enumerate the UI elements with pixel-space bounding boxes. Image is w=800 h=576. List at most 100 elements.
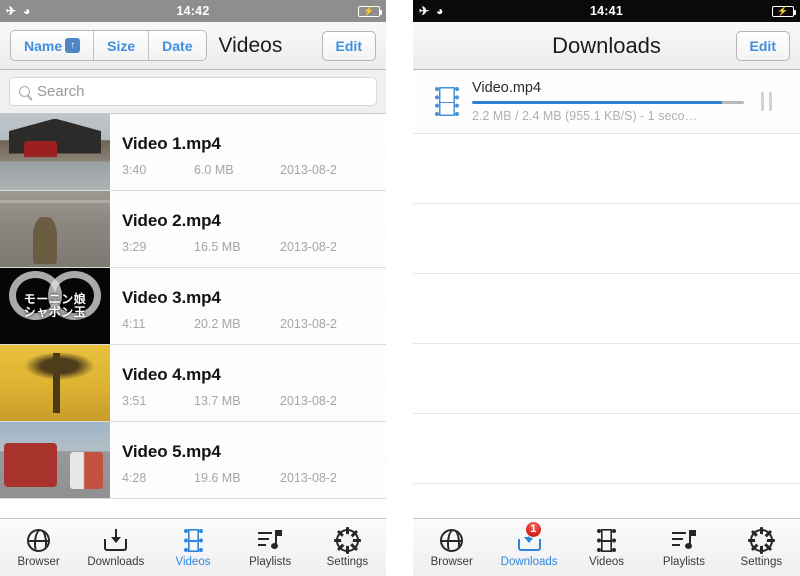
pause-icon [760,92,772,111]
sort-ascending-icon: ↑ [65,38,81,53]
video-duration: 3:29 [122,240,147,254]
globe-icon [439,527,465,553]
disclosure-button[interactable] [370,191,386,267]
sort-segment-size-label: Size [107,37,136,54]
status-bar-clock: 14:41 [590,4,623,18]
download-info: Video.mp4 2.2 MB / 2.4 MB (955.1 KB/S) -… [459,80,744,123]
video-date: 2013-08-2 [280,240,337,254]
empty-list-row [413,204,800,274]
table-row[interactable]: Video 5.mp4 4:28 19.6 MB 2013-08-2 [0,422,386,499]
video-title: Video 4.mp4 [122,365,221,384]
status-bar-right-icons: ⚡ [358,5,382,17]
video-thumbnail [0,345,110,421]
video-meta: Video 2.mp4 3:29 16.5 MB 2013-08-2 [110,191,370,267]
video-subinfo: 4:28 19.6 MB 2013-08-2 [122,471,370,485]
sort-segment-name[interactable]: Name ↑ [11,31,95,60]
video-date: 2013-08-2 [280,163,337,177]
tab-bar-left[interactable]: Browser Downloads Videos Playlists Setti… [0,518,386,576]
status-bar-clock: 14:42 [176,4,210,18]
tab-videos[interactable]: Videos [154,519,231,576]
chevron-right-icon [381,368,386,398]
table-row[interactable]: Video 4.mp4 3:51 13.7 MB 2013-08-2 [0,345,386,422]
disclosure-button[interactable] [370,114,386,190]
table-row[interactable]: Video 1.mp4 3:40 6.0 MB 2013-08-2 [0,114,386,191]
video-duration: 3:51 [122,394,147,408]
video-meta: Video 4.mp4 3:51 13.7 MB 2013-08-2 [110,345,370,421]
status-bar-right: ✈ ◕ 14:41 ⚡ [413,0,800,22]
gear-icon [333,526,361,554]
downloads-badge: 1 [524,521,542,538]
search-bar-container: Search [0,70,386,114]
downloads-screen: ✈ ◕ 14:41 ⚡ Downloads Edit Video.mp4 2.2… [413,0,800,576]
video-thumbnail [0,114,110,190]
video-title: Video 1.mp4 [122,134,221,153]
empty-list-row [413,274,800,344]
search-input[interactable]: Search [9,77,377,106]
page-title-videos: Videos [218,33,283,57]
empty-list-row [413,414,800,484]
tab-settings-label: Settings [740,556,783,568]
video-duration: 3:40 [122,163,147,177]
tab-videos[interactable]: Videos [568,519,645,576]
film-icon [180,527,206,553]
download-icon [103,527,129,553]
video-title: Video 5.mp4 [122,442,221,461]
tab-settings-label: Settings [326,556,369,568]
disclosure-button[interactable] [370,345,386,421]
playlist-icon [257,527,283,553]
chevron-right-icon [381,214,386,244]
table-row[interactable]: Video 2.mp4 3:29 16.5 MB 2013-08-2 [0,191,386,268]
table-row[interactable]: モーニン娘 シャボン玉 Video 3.mp4 4:11 20.2 MB 2013… [0,268,386,345]
downloads-list[interactable]: Video.mp4 2.2 MB / 2.4 MB (955.1 KB/S) -… [413,70,800,518]
video-subinfo: 3:40 6.0 MB 2013-08-2 [122,163,370,177]
sort-segmented-control[interactable]: Name ↑ Size Date [10,30,207,61]
empty-list-row [413,134,800,204]
tab-downloads[interactable]: Downloads [77,519,154,576]
video-size: 13.7 MB [194,394,241,408]
video-title: Video 3.mp4 [122,288,221,307]
video-size: 20.2 MB [194,317,241,331]
nav-bar-downloads: Downloads Edit [413,22,800,70]
pause-button[interactable] [744,92,788,111]
edit-button-videos[interactable]: Edit [321,30,376,61]
video-thumbnail-caption: モーニン娘 シャボン玉 [23,291,87,319]
film-icon [435,87,459,116]
status-bar-left: ✈ ◕ 14:42 ⚡ [0,0,386,22]
globe-icon [26,527,52,553]
video-subinfo: 4:11 20.2 MB 2013-08-2 [122,317,370,331]
video-subinfo: 3:51 13.7 MB 2013-08-2 [122,394,370,408]
sort-segment-date[interactable]: Date [149,31,206,60]
edit-button-downloads[interactable]: Edit [735,30,790,61]
disclosure-button[interactable] [370,422,386,498]
tab-playlists[interactable]: Playlists [232,519,309,576]
tab-videos-label: Videos [175,556,211,568]
tab-videos-label: Videos [589,556,624,568]
video-date: 2013-08-2 [280,317,337,331]
tab-playlists[interactable]: Playlists [645,519,722,576]
video-thumbnail [0,191,110,267]
tab-bar-right[interactable]: Browser 1 Downloads Videos Playlists Set… [413,518,800,576]
sort-segment-size[interactable]: Size [94,31,150,60]
search-icon [19,86,30,97]
video-size: 6.0 MB [194,163,234,177]
screenshot-root: ✈ ◕ 14:42 ⚡ Name ↑ Size Date Videos Edit… [0,0,800,576]
tab-settings[interactable]: Settings [723,519,800,576]
video-list[interactable]: Video 1.mp4 3:40 6.0 MB 2013-08-2 Video … [0,114,386,518]
sort-segment-date-label: Date [162,37,193,54]
tab-downloads[interactable]: 1 Downloads [490,519,567,576]
tab-playlists-label: Playlists [249,556,292,568]
video-meta: Video 5.mp4 4:28 19.6 MB 2013-08-2 [110,422,370,498]
video-meta: Video 1.mp4 3:40 6.0 MB 2013-08-2 [110,114,370,190]
video-subinfo: 3:29 16.5 MB 2013-08-2 [122,240,370,254]
tab-browser[interactable]: Browser [413,519,490,576]
download-file-name: Video.mp4 [472,80,542,96]
tab-settings[interactable]: Settings [309,519,386,576]
download-progress-fill [472,101,723,104]
download-row[interactable]: Video.mp4 2.2 MB / 2.4 MB (955.1 KB/S) -… [413,70,800,134]
tab-browser[interactable]: Browser [0,519,77,576]
disclosure-button[interactable] [370,268,386,344]
battery-charging-icon: ⚡ [772,5,796,17]
video-date: 2013-08-2 [280,471,337,485]
empty-list-row [413,344,800,414]
videos-screen: ✈ ◕ 14:42 ⚡ Name ↑ Size Date Videos Edit… [0,0,386,576]
